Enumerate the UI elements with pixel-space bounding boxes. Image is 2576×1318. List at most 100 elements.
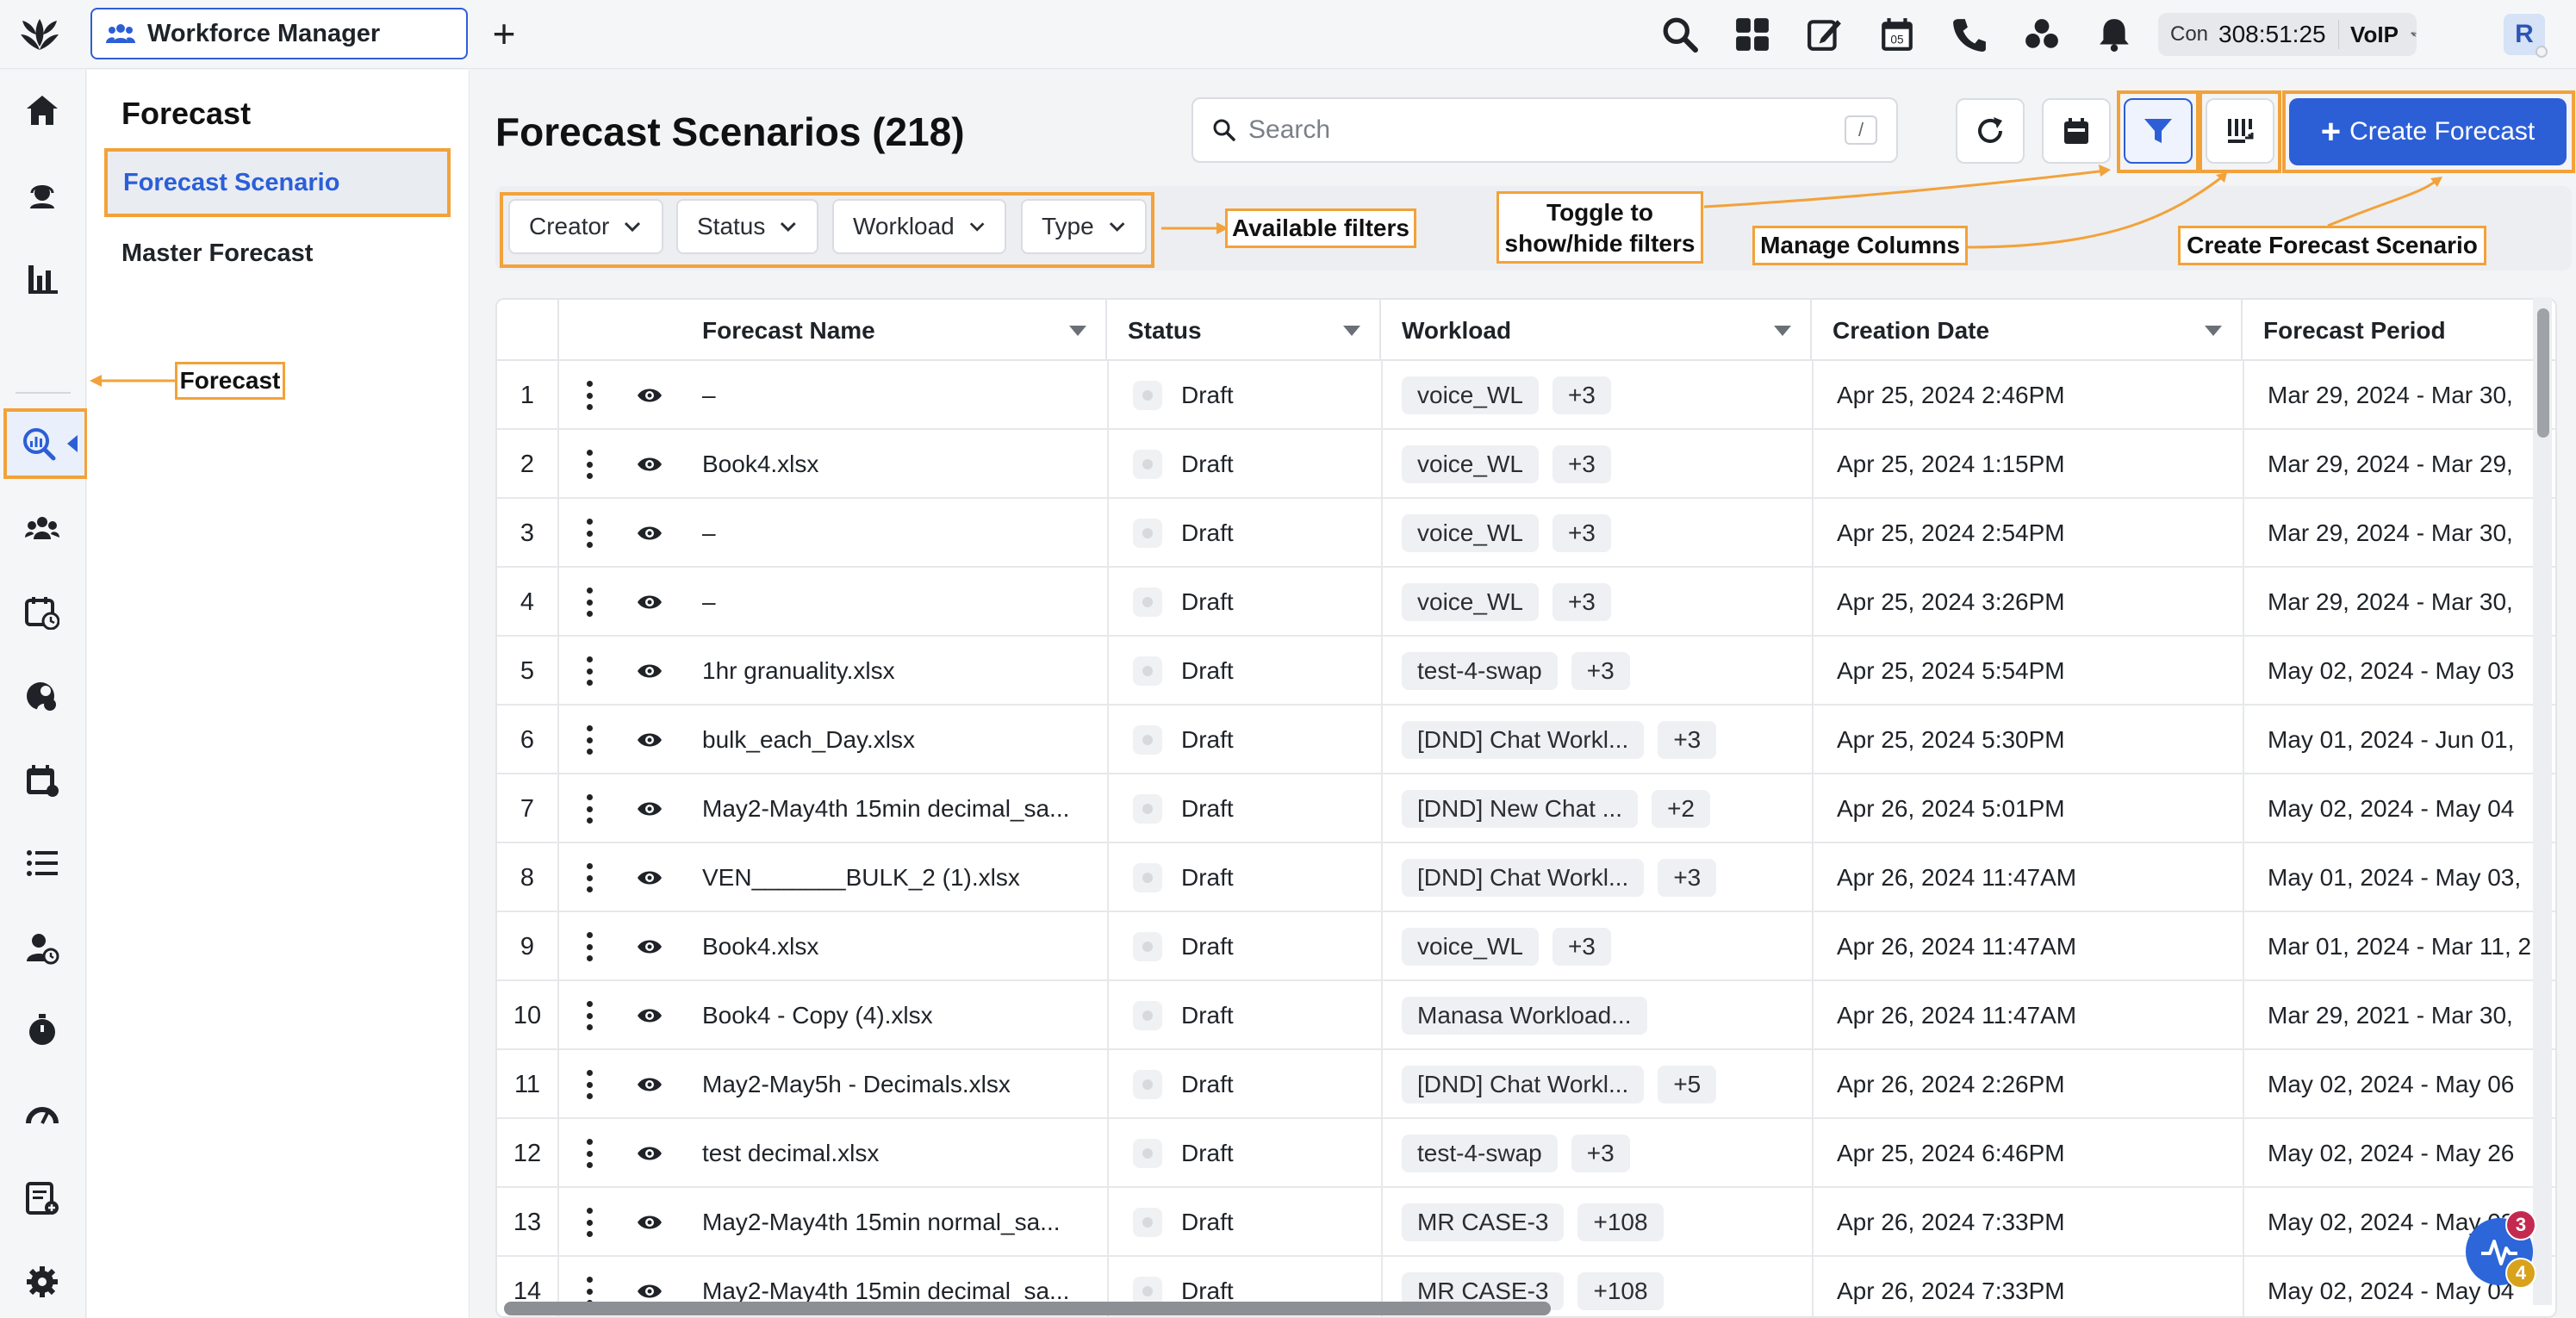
view-eye-icon[interactable] bbox=[619, 1119, 680, 1188]
row-menu-button[interactable] bbox=[559, 774, 619, 843]
workload-tag[interactable]: test-4-swap bbox=[1402, 1135, 1558, 1172]
table-row[interactable]: 6 bulk_each_Day.xlsx Draft [DND] Chat Workl… bbox=[497, 706, 2555, 774]
user-avatar[interactable]: R bbox=[2504, 14, 2548, 58]
workload-tag[interactable]: [DND] New Chat ... bbox=[1402, 790, 1639, 828]
search-box[interactable]: / bbox=[1192, 97, 1898, 163]
forecast-icon[interactable] bbox=[17, 422, 60, 465]
filter-type[interactable]: Type bbox=[1021, 199, 1147, 254]
table-row[interactable]: 3 – Draft voice_WL +3 Apr 25, 2024 2:54PM Mar … bbox=[497, 499, 2555, 568]
view-eye-icon[interactable] bbox=[619, 1188, 680, 1257]
forecast-name-link[interactable]: Book4 - Copy (4).xlsx bbox=[702, 981, 1116, 1050]
workload-more-tag[interactable]: +3 bbox=[1552, 583, 1611, 621]
analytics-bar-icon[interactable] bbox=[21, 258, 64, 301]
create-forecast-button[interactable]: + Create Forecast bbox=[2289, 98, 2567, 165]
row-menu-button[interactable] bbox=[559, 1119, 619, 1188]
forecast-name-link[interactable]: test decimal.xlsx bbox=[702, 1119, 1116, 1188]
row-menu-button[interactable] bbox=[559, 361, 619, 430]
row-menu-button[interactable] bbox=[559, 1050, 619, 1119]
workload-tag[interactable]: [DND] Chat Workl... bbox=[1402, 1066, 1645, 1104]
app-tab-workforce-manager[interactable]: Workforce Manager bbox=[90, 8, 468, 59]
workload-more-tag[interactable]: +3 bbox=[1658, 859, 1717, 897]
vertical-scroll-track[interactable] bbox=[2533, 297, 2552, 1305]
table-row[interactable]: 4 – Draft voice_WL +3 Apr 25, 2024 3:26PM Mar … bbox=[497, 568, 2555, 637]
row-menu-button[interactable] bbox=[559, 843, 619, 912]
agent-time-icon[interactable] bbox=[21, 675, 64, 718]
workload-tag[interactable]: [DND] Chat Workl... bbox=[1402, 859, 1645, 897]
view-eye-icon[interactable] bbox=[619, 499, 680, 568]
agent-status-pill[interactable]: Con 308:51:25 VoIP bbox=[2158, 13, 2417, 56]
workload-more-tag[interactable]: +3 bbox=[1552, 376, 1611, 414]
col-forecast-name[interactable]: Forecast Name bbox=[619, 300, 1107, 361]
table-row[interactable]: 1 – Draft voice_WL +3 Apr 25, 2024 2:46PM Mar … bbox=[497, 361, 2555, 430]
forecast-name-link[interactable]: – bbox=[702, 499, 1116, 568]
workload-more-tag[interactable]: +5 bbox=[1658, 1066, 1717, 1104]
workload-more-tag[interactable]: +108 bbox=[1577, 1272, 1664, 1310]
view-eye-icon[interactable] bbox=[619, 706, 680, 774]
view-eye-icon[interactable] bbox=[619, 981, 680, 1050]
filter-workload[interactable]: Workload bbox=[832, 199, 1006, 254]
horizontal-scrollbar[interactable] bbox=[504, 1302, 1551, 1315]
search-input[interactable] bbox=[1248, 115, 1783, 145]
workload-more-tag[interactable]: +2 bbox=[1652, 790, 1710, 828]
workload-tag[interactable]: voice_WL bbox=[1402, 376, 1539, 414]
calendar-add-icon[interactable] bbox=[21, 759, 64, 802]
forecast-name-link[interactable]: 1hr granuality.xlsx bbox=[702, 637, 1116, 706]
view-eye-icon[interactable] bbox=[619, 637, 680, 706]
view-eye-icon[interactable] bbox=[619, 361, 680, 430]
workload-more-tag[interactable]: +3 bbox=[1571, 1135, 1630, 1172]
workload-more-tag[interactable]: +3 bbox=[1552, 928, 1611, 966]
new-tab-button[interactable]: + bbox=[482, 12, 526, 55]
table-row[interactable]: 8 VEN_______BULK_2 (1).xlsx Draft [DND] Cha… bbox=[497, 843, 2555, 912]
brand-logo-icon[interactable] bbox=[19, 16, 60, 53]
workload-tag[interactable]: voice_WL bbox=[1402, 445, 1539, 483]
list-icon[interactable] bbox=[21, 842, 64, 885]
view-eye-icon[interactable] bbox=[619, 912, 680, 981]
sort-caret-icon[interactable] bbox=[2205, 326, 2222, 336]
notifications-bell-icon[interactable] bbox=[2092, 12, 2137, 57]
calendar-icon[interactable]: 05 bbox=[1875, 12, 1920, 57]
workload-tag[interactable]: voice_WL bbox=[1402, 928, 1539, 966]
table-row[interactable]: 5 1hr granuality.xlsx Draft test-4-swap +3 Ap… bbox=[497, 637, 2555, 706]
filter-creator[interactable]: Creator bbox=[508, 199, 663, 254]
workload-more-tag[interactable]: +108 bbox=[1577, 1203, 1664, 1241]
user-clock-icon[interactable] bbox=[21, 926, 64, 969]
workload-tag[interactable]: [DND] Chat Workl... bbox=[1402, 721, 1645, 759]
table-row[interactable]: 7 May2-May4th 15min decimal_sa... Draft [DN… bbox=[497, 774, 2555, 843]
row-menu-button[interactable] bbox=[559, 1188, 619, 1257]
submenu-item-forecast-scenario[interactable]: Forecast Scenario bbox=[104, 148, 451, 217]
row-menu-button[interactable] bbox=[559, 706, 619, 774]
forecast-name-link[interactable]: May2-May4th 15min decimal_sa... bbox=[702, 774, 1116, 843]
phone-icon[interactable] bbox=[1947, 12, 1992, 57]
forecast-name-link[interactable]: – bbox=[702, 361, 1116, 430]
schedule-clock-icon[interactable] bbox=[21, 591, 64, 634]
workload-tag[interactable]: MR CASE-3 bbox=[1402, 1203, 1565, 1241]
row-menu-button[interactable] bbox=[559, 430, 619, 499]
view-eye-icon[interactable] bbox=[619, 568, 680, 637]
sort-caret-icon[interactable] bbox=[1343, 326, 1360, 336]
row-menu-button[interactable] bbox=[559, 568, 619, 637]
settings-gear-icon[interactable] bbox=[21, 1260, 64, 1303]
agent-support-icon[interactable] bbox=[21, 173, 64, 216]
row-menu-button[interactable] bbox=[559, 981, 619, 1050]
forecast-name-link[interactable]: bulk_each_Day.xlsx bbox=[702, 706, 1116, 774]
workload-more-tag[interactable]: +3 bbox=[1571, 652, 1630, 690]
row-menu-button[interactable] bbox=[559, 637, 619, 706]
report-add-icon[interactable] bbox=[21, 1177, 64, 1220]
workload-more-tag[interactable]: +3 bbox=[1552, 514, 1611, 552]
col-status[interactable]: Status bbox=[1107, 300, 1381, 361]
compose-icon[interactable] bbox=[1802, 12, 1847, 57]
view-eye-icon[interactable] bbox=[619, 774, 680, 843]
workload-tag[interactable]: voice_WL bbox=[1402, 514, 1539, 552]
table-row[interactable]: 12 test decimal.xlsx Draft test-4-swap +3 Apr… bbox=[497, 1119, 2555, 1188]
gauge-icon[interactable] bbox=[21, 1093, 64, 1136]
apps-grid-icon[interactable] bbox=[1730, 12, 1775, 57]
row-menu-button[interactable] bbox=[559, 499, 619, 568]
refresh-button[interactable] bbox=[1956, 98, 2025, 164]
table-row[interactable]: 9 Book4.xlsx Draft voice_WL +3 Apr 26, 2024 1… bbox=[497, 912, 2555, 981]
table-row[interactable]: 11 May2-May5h - Decimals.xlsx Draft [DND] C… bbox=[497, 1050, 2555, 1119]
table-row[interactable]: 2 Book4.xlsx Draft voice_WL +3 Apr 25, 2024 1… bbox=[497, 430, 2555, 499]
forecast-name-link[interactable]: – bbox=[702, 568, 1116, 637]
workload-tag[interactable]: Manasa Workload... bbox=[1402, 997, 1647, 1035]
submenu-item-master-forecast[interactable]: Master Forecast bbox=[121, 239, 313, 268]
stopwatch-icon[interactable] bbox=[21, 1009, 64, 1052]
